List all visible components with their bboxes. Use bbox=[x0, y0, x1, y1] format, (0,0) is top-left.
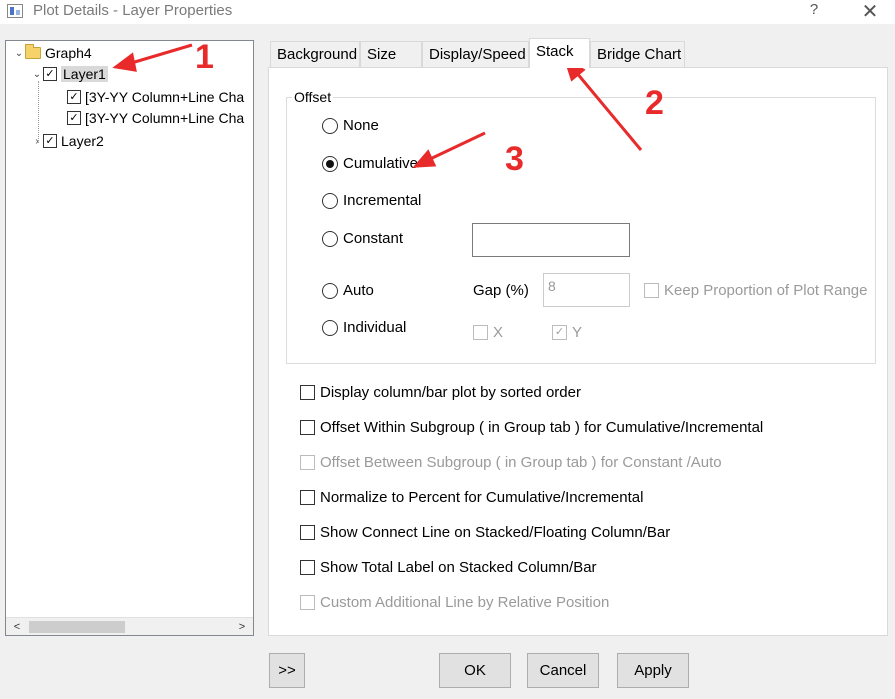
radio-label: Individual bbox=[343, 319, 407, 336]
option-normalize-percent[interactable]: Normalize to Percent for Cumulative/Incr… bbox=[300, 489, 643, 506]
checkbox-layer1[interactable]: ✓ bbox=[43, 67, 57, 81]
window-title: Plot Details - Layer Properties bbox=[33, 2, 233, 19]
checkbox-box[interactable] bbox=[300, 455, 315, 470]
help-button[interactable]: ? bbox=[805, 1, 823, 21]
tree-item-label: Layer1 bbox=[61, 66, 108, 82]
checkbox-label: Custom Additional Line by Relative Posit… bbox=[320, 594, 610, 611]
scrollbar-thumb[interactable] bbox=[29, 621, 125, 633]
tree-item-label: [3Y-YY Column+Line Cha bbox=[85, 110, 245, 126]
close-button[interactable]: ✕ bbox=[859, 0, 881, 23]
radio-circle-icon[interactable] bbox=[322, 230, 338, 247]
constant-value-input[interactable] bbox=[472, 223, 630, 257]
radio-individual[interactable]: Individual bbox=[322, 319, 406, 336]
radio-circle-icon[interactable] bbox=[322, 282, 338, 299]
checkbox-label: X bbox=[493, 324, 504, 341]
radio-constant[interactable]: Constant bbox=[322, 230, 403, 247]
checkbox-label: Keep Proportion of Plot Range bbox=[664, 282, 868, 299]
tree-item-graph4[interactable]: ⌄ Graph4 bbox=[13, 43, 92, 63]
radio-label: Constant bbox=[343, 230, 404, 247]
horizontal-scrollbar[interactable]: < > bbox=[6, 617, 253, 635]
checkbox-box[interactable] bbox=[473, 325, 488, 340]
tree-item-label: Layer2 bbox=[61, 133, 104, 149]
chevron-right-icon[interactable]: › bbox=[31, 136, 43, 147]
scroll-left-icon[interactable]: < bbox=[8, 618, 26, 636]
checkbox-box[interactable] bbox=[300, 420, 315, 435]
scroll-right-icon[interactable]: > bbox=[233, 618, 251, 636]
tree-item-layer2[interactable]: › ✓ Layer2 bbox=[31, 131, 104, 151]
tree-item-layer1[interactable]: ⌄ ✓ Layer1 bbox=[31, 64, 108, 84]
radio-none[interactable]: None bbox=[322, 117, 379, 134]
checkbox-box[interactable] bbox=[300, 385, 315, 400]
app-icon bbox=[7, 4, 23, 18]
cancel-button[interactable]: Cancel bbox=[527, 653, 599, 688]
radio-circle-icon[interactable] bbox=[322, 319, 338, 336]
checkbox-box[interactable] bbox=[644, 283, 659, 298]
checkbox-plot-1[interactable]: ✓ bbox=[67, 90, 81, 104]
radio-incremental[interactable]: Incremental bbox=[322, 192, 421, 209]
tab-background[interactable]: Background bbox=[270, 41, 360, 67]
option-sorted-order[interactable]: Display column/bar plot by sorted order bbox=[300, 384, 581, 401]
radio-circle-icon[interactable] bbox=[322, 155, 338, 172]
expand-button[interactable]: >> bbox=[269, 653, 305, 688]
checkbox-box[interactable] bbox=[300, 525, 315, 540]
checkbox-label: Show Connect Line on Stacked/Floating Co… bbox=[320, 524, 671, 541]
keep-proportion-checkbox[interactable]: Keep Proportion of Plot Range bbox=[644, 282, 867, 299]
ok-button[interactable]: OK bbox=[439, 653, 511, 688]
checkbox-label: Display column/bar plot by sorted order bbox=[320, 384, 581, 401]
checkbox-box[interactable] bbox=[300, 560, 315, 575]
tree-item-label: Graph4 bbox=[45, 45, 92, 61]
checkbox-label: Normalize to Percent for Cumulative/Incr… bbox=[320, 489, 644, 506]
y-checkbox[interactable]: ✓ Y bbox=[552, 324, 582, 341]
checkbox-label: Y bbox=[572, 324, 583, 341]
radio-circle-icon[interactable] bbox=[322, 117, 338, 134]
checkbox-box[interactable]: ✓ bbox=[552, 325, 567, 340]
tree-item-label: [3Y-YY Column+Line Cha bbox=[85, 89, 245, 105]
tab-size[interactable]: Size bbox=[360, 41, 422, 67]
radio-label: Auto bbox=[343, 282, 374, 299]
tab-bridge-chart[interactable]: Bridge Chart bbox=[590, 41, 685, 67]
chevron-down-icon[interactable]: ⌄ bbox=[13, 48, 25, 59]
checkbox-box[interactable] bbox=[300, 490, 315, 505]
tree-item-plot-2[interactable]: ✓ [3Y-YY Column+Line Cha bbox=[67, 108, 244, 128]
radio-label: None bbox=[343, 117, 379, 134]
checkbox-box[interactable] bbox=[300, 595, 315, 610]
folder-icon bbox=[25, 44, 41, 59]
checkbox-label: Offset Between Subgroup ( in Group tab )… bbox=[320, 454, 722, 471]
checkbox-layer2[interactable]: ✓ bbox=[43, 134, 57, 148]
checkbox-plot-2[interactable]: ✓ bbox=[67, 111, 81, 125]
radio-label: Incremental bbox=[343, 192, 422, 209]
option-offset-within-subgroup[interactable]: Offset Within Subgroup ( in Group tab ) … bbox=[300, 419, 763, 436]
checkbox-label: Show Total Label on Stacked Column/Bar bbox=[320, 559, 597, 576]
offset-group-title: Offset bbox=[292, 89, 334, 105]
title-bar: Plot Details - Layer Properties ? ✕ bbox=[0, 0, 895, 24]
gap-input[interactable]: 8 bbox=[543, 273, 630, 307]
annotation-number-3: 3 bbox=[505, 140, 524, 178]
option-offset-between-subgroup[interactable]: Offset Between Subgroup ( in Group tab )… bbox=[300, 454, 722, 471]
x-checkbox[interactable]: X bbox=[473, 324, 503, 341]
option-connect-line[interactable]: Show Connect Line on Stacked/Floating Co… bbox=[300, 524, 670, 541]
option-total-label[interactable]: Show Total Label on Stacked Column/Bar bbox=[300, 559, 597, 576]
tab-stack[interactable]: Stack bbox=[529, 38, 590, 68]
checkbox-label: Offset Within Subgroup ( in Group tab ) … bbox=[320, 419, 764, 436]
radio-cumulative[interactable]: Cumulative bbox=[322, 155, 418, 172]
tab-display-speed[interactable]: Display/Speed bbox=[422, 41, 529, 67]
radio-circle-icon[interactable] bbox=[322, 192, 338, 209]
apply-button[interactable]: Apply bbox=[617, 653, 689, 688]
radio-auto[interactable]: Auto bbox=[322, 282, 374, 299]
layer-tree[interactable]: ⌄ Graph4 ⌄ ✓ Layer1 ✓ [3Y-YY Column+Line… bbox=[5, 40, 254, 636]
annotation-number-1: 1 bbox=[195, 38, 214, 76]
annotation-number-2: 2 bbox=[645, 84, 664, 122]
option-custom-additional-line[interactable]: Custom Additional Line by Relative Posit… bbox=[300, 594, 609, 611]
gap-label: Gap (%) bbox=[473, 282, 529, 299]
tree-item-plot-1[interactable]: ✓ [3Y-YY Column+Line Cha bbox=[67, 87, 244, 107]
chevron-down-icon[interactable]: ⌄ bbox=[31, 69, 43, 80]
radio-label: Cumulative bbox=[343, 155, 419, 172]
